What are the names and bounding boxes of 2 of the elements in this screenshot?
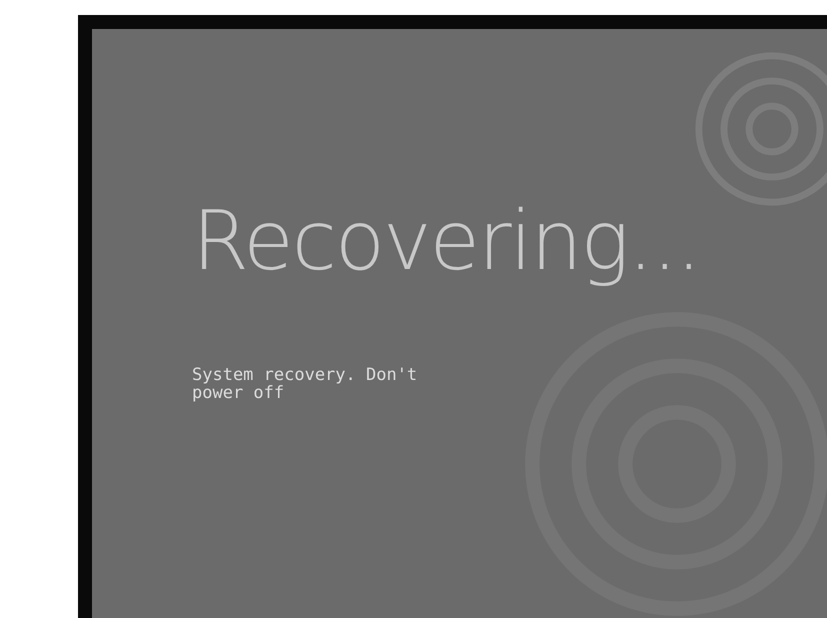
status-message: System recovery. Don't power off bbox=[192, 367, 418, 403]
screen-title: Recovering... bbox=[192, 197, 701, 288]
